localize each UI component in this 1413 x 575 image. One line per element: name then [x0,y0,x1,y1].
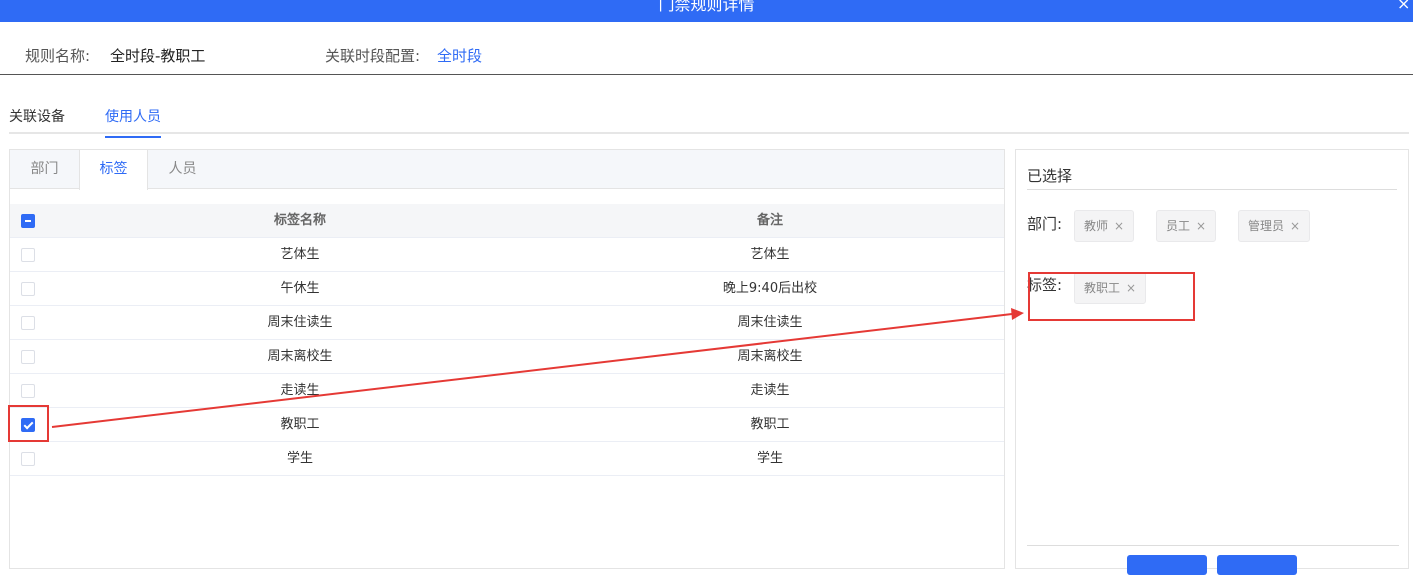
time-config-label: 关联时段配置: [325,47,421,65]
dialog-header: 门禁规则详情 × [0,0,1413,22]
selected-tag-chip: 教师 × [1074,210,1135,242]
table-row[interactable]: 走读生 走读生 [10,374,1004,408]
rule-name-label: 规则名称: [25,47,91,65]
tag-name: 艺体生 [280,247,320,262]
column-header-remark: 备注 [756,213,783,228]
footer-button-secondary[interactable] [1217,555,1297,575]
tag-name: 周末离校生 [267,349,333,364]
remove-icon[interactable]: × [1196,219,1206,233]
selected-tag-chip: 管理员 × [1238,210,1311,242]
remove-icon[interactable]: × [1114,219,1124,233]
tag-remark: 艺体生 [750,247,790,262]
tag-remark: 走读生 [750,383,790,398]
selected-title: 已选择 [1027,165,1397,190]
row-checkbox[interactable] [21,248,35,262]
dialog-title: 门禁规则详情 [658,0,755,14]
chip-label: 教师 [1084,219,1109,233]
footer-button-primary[interactable] [1127,555,1207,575]
chip-label: 员工 [1166,219,1191,233]
select-all-checkbox[interactable] [21,214,35,228]
table-row[interactable]: 学生 学生 [10,442,1004,476]
selected-tag-chip: 员工 × [1156,210,1217,242]
time-config-link[interactable]: 全时段 [437,45,482,66]
tag-remark: 教职工 [750,417,790,432]
tag-remark: 周末离校生 [737,349,803,364]
tag-name: 学生 [286,451,313,466]
tag-name: 周末住读生 [267,315,333,330]
sub-tabs: 部门 标签 人员 [10,150,1004,190]
remove-icon[interactable]: × [1290,219,1300,233]
tag-name: 走读生 [280,383,320,398]
row-checkbox[interactable] [21,384,35,398]
close-icon[interactable]: × [1397,0,1413,14]
column-header-name: 标签名称 [273,213,326,228]
table-row[interactable]: 艺体生 艺体生 [10,238,1004,272]
table-row[interactable]: 周末住读生 周末住读生 [10,306,1004,340]
tab-related-devices[interactable]: 关联设备 [9,106,65,126]
subtab-department[interactable]: 部门 [10,150,79,189]
chip-label: 管理员 [1248,219,1285,233]
rule-info-bar: 规则名称: 全时段-教职工 关联时段配置: 全时段 [0,22,1413,75]
tag-remark: 学生 [756,451,783,466]
tag-remark: 晚上9:40后出校 [722,281,818,296]
table-row[interactable]: 周末离校生 周末离校生 [10,340,1004,374]
row-checkbox[interactable] [21,316,35,330]
highlight-box-selected-tag [1028,272,1195,321]
table-row[interactable]: 教职工 教职工 [10,408,1004,442]
row-checkbox[interactable] [21,452,35,466]
highlight-box-checkbox [8,405,49,442]
main-tabs: 关联设备 使用人员 [9,96,1409,138]
table-row[interactable]: 午休生 晚上9:40后出校 [10,272,1004,306]
tag-table: 标签名称 备注 艺体生 艺体生 午休生 晚上9:40后出校 周末住读生 周末住读… [10,204,1004,476]
row-checkbox[interactable] [21,350,35,364]
subtab-person[interactable]: 人员 [148,150,217,189]
footer-divider [1027,545,1399,546]
tag-remark: 周末住读生 [737,315,803,330]
tag-name: 午休生 [280,281,320,296]
tag-name: 教职工 [280,417,320,432]
rule-name-value: 全时段-教职工 [110,47,206,65]
selected-panel: 已选择 部门: 教师 × 员工 × 管理员 × 标签: 教职工 × [1015,149,1409,575]
subtab-tag[interactable]: 标签 [79,150,148,190]
selected-dept-label: 部门: [1027,215,1063,233]
tab-users[interactable]: 使用人员 [105,106,161,138]
row-checkbox[interactable] [21,282,35,296]
table-header: 标签名称 备注 [10,204,1004,238]
selection-panel: 部门 标签 人员 标签名称 备注 艺体生 艺体生 午休生 晚上9:40后出校 周… [9,149,1005,569]
